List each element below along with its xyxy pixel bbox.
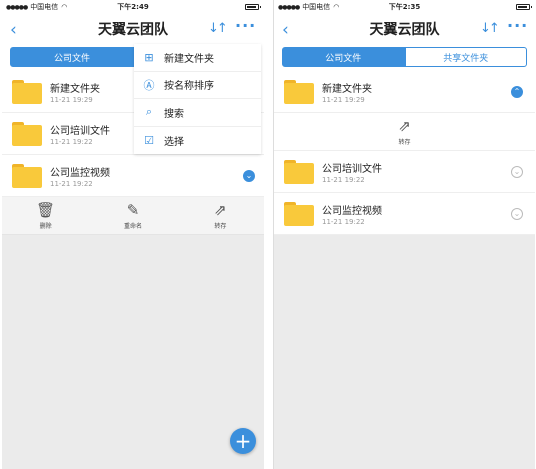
tab-company-files[interactable]: 公司文件 bbox=[10, 47, 134, 67]
status-bar: ●●●●● 中国电信 ◠ 下午2:49 bbox=[2, 0, 264, 14]
save-to-action: ⇗ 转存 bbox=[398, 117, 411, 146]
new-folder-icon: ⊞ bbox=[144, 50, 154, 64]
save-to-label: 转存 bbox=[214, 223, 227, 230]
more-icon[interactable]: ··· bbox=[507, 16, 528, 35]
list-item[interactable]: 新建文件夹 11-21 19:29 ⌃ bbox=[274, 71, 535, 113]
chevron-up-icon[interactable]: ⌃ bbox=[511, 86, 523, 98]
menu-label: 选择 bbox=[164, 136, 184, 148]
folder-icon bbox=[12, 122, 42, 146]
menu-label: 新建文件夹 bbox=[164, 53, 214, 65]
add-button[interactable]: + bbox=[230, 428, 256, 454]
file-name: 新建文件夹 bbox=[322, 84, 372, 95]
menu-label: 搜索 bbox=[164, 108, 184, 120]
select-icon: ☑ bbox=[144, 133, 154, 147]
file-date: 11-21 19:22 bbox=[322, 176, 365, 184]
menu-item-sort-by-name[interactable]: Ⓐ 按名称排序 bbox=[134, 72, 261, 99]
folder-icon bbox=[284, 160, 314, 184]
nav-bar: ‹ 天翼云团队 ↓↑ ··· bbox=[274, 14, 535, 44]
file-date: 11-21 19:22 bbox=[50, 138, 93, 146]
save-to-button[interactable]: ⇗ 转存 bbox=[274, 113, 535, 151]
battery-icon bbox=[245, 4, 261, 10]
folder-icon bbox=[284, 202, 314, 226]
file-name: 公司监控视频 bbox=[50, 168, 110, 179]
chevron-down-icon[interactable]: ⌄ bbox=[243, 170, 255, 182]
right-phone-screen: ●●●●● 中国电信 ◠ 下午2:35 ‹ 天翼云团队 ↓↑ ··· 公司文件 … bbox=[273, 0, 535, 469]
list-item[interactable]: 公司培训文件 11-21 19:22 ⌄ bbox=[274, 151, 535, 193]
page-title: 天翼云团队 bbox=[369, 22, 440, 38]
menu-label: 按名称排序 bbox=[164, 81, 214, 93]
file-date: 11-21 19:22 bbox=[322, 218, 365, 226]
menu-item-search[interactable]: ⌕ 搜索 bbox=[134, 99, 261, 127]
back-icon[interactable]: ‹ bbox=[282, 20, 289, 40]
tab-company-files[interactable]: 公司文件 bbox=[282, 47, 405, 67]
tab-bar: 公司文件 共享文件夹 bbox=[274, 44, 535, 71]
dropdown-menu: ⊞ 新建文件夹 Ⓐ 按名称排序 ⌕ 搜索 ☑ 选择 bbox=[134, 44, 261, 154]
rename-label: 重命名 bbox=[123, 223, 142, 230]
list-item[interactable]: 公司监控视频 11-21 19:22 ⌄ bbox=[274, 193, 535, 235]
list-item[interactable]: 公司监控视频 11-21 19:22 ⌄ bbox=[2, 155, 264, 197]
delete-label: 删除 bbox=[39, 223, 52, 230]
more-icon[interactable]: ··· bbox=[235, 16, 256, 35]
plus-icon: + bbox=[234, 429, 252, 453]
file-date: 11-21 19:29 bbox=[322, 96, 365, 104]
action-bar: 🗑 删除 ✎ 重命名 ⇗ 转存 bbox=[2, 197, 264, 235]
left-phone-screen: ●●●●● 中国电信 ◠ 下午2:49 ‹ 天翼云团队 ↓↑ ··· 公司文件 … bbox=[2, 0, 264, 469]
battery-icon bbox=[516, 4, 532, 10]
share-icon: ⇗ bbox=[398, 117, 411, 135]
chevron-down-icon[interactable]: ⌄ bbox=[511, 208, 523, 220]
file-name: 公司培训文件 bbox=[50, 126, 110, 137]
menu-item-new-folder[interactable]: ⊞ 新建文件夹 bbox=[134, 44, 261, 72]
sort-icon[interactable]: ↓↑ bbox=[480, 21, 500, 36]
clock: 下午2:35 bbox=[388, 3, 421, 11]
edit-icon: ✎ bbox=[126, 201, 140, 219]
sort-name-icon: Ⓐ bbox=[143, 78, 155, 92]
tab-shared-folder[interactable]: 共享文件夹 bbox=[404, 47, 527, 67]
file-date: 11-21 19:22 bbox=[50, 180, 93, 188]
menu-item-select[interactable]: ☑ 选择 bbox=[134, 127, 261, 155]
chevron-down-icon[interactable]: ⌄ bbox=[511, 166, 523, 178]
nav-bar: ‹ 天翼云团队 ↓↑ ··· bbox=[2, 14, 264, 44]
page-title: 天翼云团队 bbox=[98, 22, 168, 38]
file-name: 新建文件夹 bbox=[50, 84, 100, 95]
share-icon: ⇗ bbox=[214, 201, 227, 219]
clock: 下午2:49 bbox=[117, 3, 149, 11]
back-icon[interactable]: ‹ bbox=[10, 20, 17, 40]
save-to-label: 转存 bbox=[398, 139, 411, 146]
trash-icon: 🗑 bbox=[36, 201, 56, 219]
delete-button[interactable]: 🗑 删除 bbox=[2, 197, 89, 234]
file-date: 11-21 19:29 bbox=[50, 96, 93, 104]
folder-icon bbox=[284, 80, 314, 104]
file-name: 公司培训文件 bbox=[322, 164, 382, 175]
file-name: 公司监控视频 bbox=[322, 206, 382, 217]
save-to-button[interactable]: ⇗ 转存 bbox=[177, 197, 264, 234]
sort-icon[interactable]: ↓↑ bbox=[208, 21, 228, 36]
folder-icon bbox=[12, 80, 42, 104]
status-bar: ●●●●● 中国电信 ◠ 下午2:35 bbox=[274, 0, 535, 14]
rename-button[interactable]: ✎ 重命名 bbox=[89, 197, 176, 234]
folder-icon bbox=[12, 164, 42, 188]
search-icon: ⌕ bbox=[145, 105, 153, 119]
